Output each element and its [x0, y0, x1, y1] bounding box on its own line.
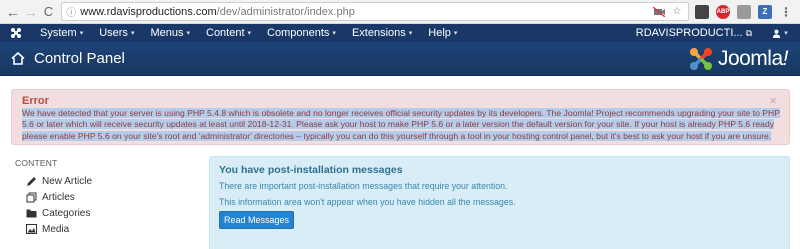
- menu-label: Users: [99, 27, 128, 39]
- menu-system[interactable]: System ▾: [32, 24, 91, 42]
- home-icon: [11, 52, 25, 66]
- url-host: www.rdavisproductions.com: [80, 5, 217, 18]
- joomla-small-icon[interactable]: [0, 24, 32, 42]
- image-icon: [25, 223, 37, 235]
- alert-message: We have detected that your server is usi…: [22, 108, 780, 142]
- caret-down-icon: ▾: [79, 30, 84, 37]
- info-icon[interactable]: ⓘ: [66, 4, 76, 19]
- page-title: Control Panel: [34, 50, 125, 67]
- forward-button[interactable]: →: [22, 3, 40, 21]
- sidebar-item-label: Articles: [42, 191, 75, 203]
- joomla-wordmark-excl: !: [782, 46, 789, 70]
- menu-content[interactable]: Content ▾: [198, 24, 259, 42]
- stack-icon: [25, 191, 37, 203]
- alert-message-text: We have detected that your server is usi…: [22, 108, 780, 141]
- external-link-icon: ⧉: [745, 28, 752, 38]
- pencil-icon: [25, 175, 37, 187]
- browser-toolbar: ← → C ⓘ www.rdavisproductions.com/dev/ad…: [0, 0, 800, 24]
- menu-label: Menus: [150, 27, 184, 39]
- site-name-label: RDAVISPRODUCTI...: [635, 27, 743, 39]
- sidebar-item-label: Categories: [42, 207, 91, 219]
- sidebar-item-media[interactable]: Media: [25, 221, 195, 237]
- caret-down-icon: ▾: [247, 30, 252, 37]
- reload-button[interactable]: C: [40, 3, 58, 21]
- sidebar: CONTENT New Article Articles Categories …: [15, 158, 195, 237]
- menu-label: System: [40, 27, 77, 39]
- sidebar-item-new-article[interactable]: New Article: [25, 173, 195, 189]
- caret-down-icon: ▾: [130, 30, 135, 37]
- zotero-icon[interactable]: Z: [758, 4, 772, 19]
- admin-menubar: System ▾ Users ▾ Menus ▾ Content ▾ Component…: [0, 24, 800, 42]
- menu-users[interactable]: Users ▾: [91, 24, 142, 42]
- adblock-icon[interactable]: ABP: [716, 4, 730, 19]
- joomla-wordmark-text: Joomla: [717, 46, 783, 70]
- site-name-link[interactable]: RDAVISPRODUCTI... ⧉: [636, 27, 760, 39]
- url-path: /dev/administrator/index.php: [216, 5, 355, 18]
- caret-down-icon: ▾: [186, 30, 190, 37]
- camera-blocked-icon[interactable]: [652, 5, 666, 19]
- caret-down-icon: ▾: [408, 30, 413, 37]
- user-icon: [773, 29, 781, 38]
- read-messages-button[interactable]: Read Messages: [219, 211, 294, 229]
- menu-label: Components: [267, 27, 330, 39]
- postinstall-panel: You have post-installation messages Ther…: [209, 156, 790, 249]
- sidebar-item-categories[interactable]: Categories: [25, 205, 195, 221]
- postinstall-title: You have post-installation messages: [219, 164, 403, 176]
- caret-down-icon: ▾: [332, 30, 336, 37]
- extension-dark-icon[interactable]: [695, 4, 709, 19]
- menu-extensions[interactable]: Extensions ▾: [344, 24, 420, 42]
- close-icon[interactable]: ×: [769, 94, 777, 107]
- bookmark-star-icon[interactable]: ☆: [670, 5, 684, 19]
- caret-down-icon: ▾: [784, 30, 788, 37]
- back-button[interactable]: ←: [4, 3, 22, 21]
- browser-menu-icon[interactable]: ⋮: [779, 5, 793, 19]
- user-menu[interactable]: ▾: [760, 29, 800, 38]
- joomla-logo-icon: [689, 47, 712, 70]
- menu-label: Help: [428, 27, 451, 39]
- joomla-wordmark: Joomla!: [717, 46, 789, 71]
- menu-label: Content: [206, 27, 245, 39]
- extension-grey-icon[interactable]: [737, 4, 751, 19]
- menu-label: Extensions: [351, 27, 406, 39]
- address-bar[interactable]: ⓘ www.rdavisproductions.com/dev/administ…: [61, 2, 689, 21]
- postinstall-text: There are important post-installation me…: [219, 181, 508, 191]
- folder-icon: [25, 207, 37, 219]
- sidebar-heading: CONTENT: [15, 158, 58, 168]
- menu-help[interactable]: Help ▾: [420, 24, 465, 42]
- sidebar-item-articles[interactable]: Articles: [25, 189, 195, 205]
- menu-menus[interactable]: Menus ▾: [142, 24, 198, 42]
- alert-heading: Error: [22, 95, 49, 107]
- postinstall-hint: This information area won't appear when …: [219, 197, 516, 207]
- caret-down-icon: ▾: [453, 30, 458, 37]
- menu-components[interactable]: Components ▾: [259, 24, 344, 42]
- sidebar-item-label: New Article: [42, 175, 93, 187]
- sidebar-item-label: Media: [42, 223, 70, 235]
- error-alert: Error × We have detected that your serve…: [11, 89, 790, 145]
- page-header: Control Panel Joomla!: [0, 42, 800, 76]
- extension-icons: ABP Z ⋮: [695, 4, 800, 19]
- joomla-logo: Joomla!: [688, 46, 789, 72]
